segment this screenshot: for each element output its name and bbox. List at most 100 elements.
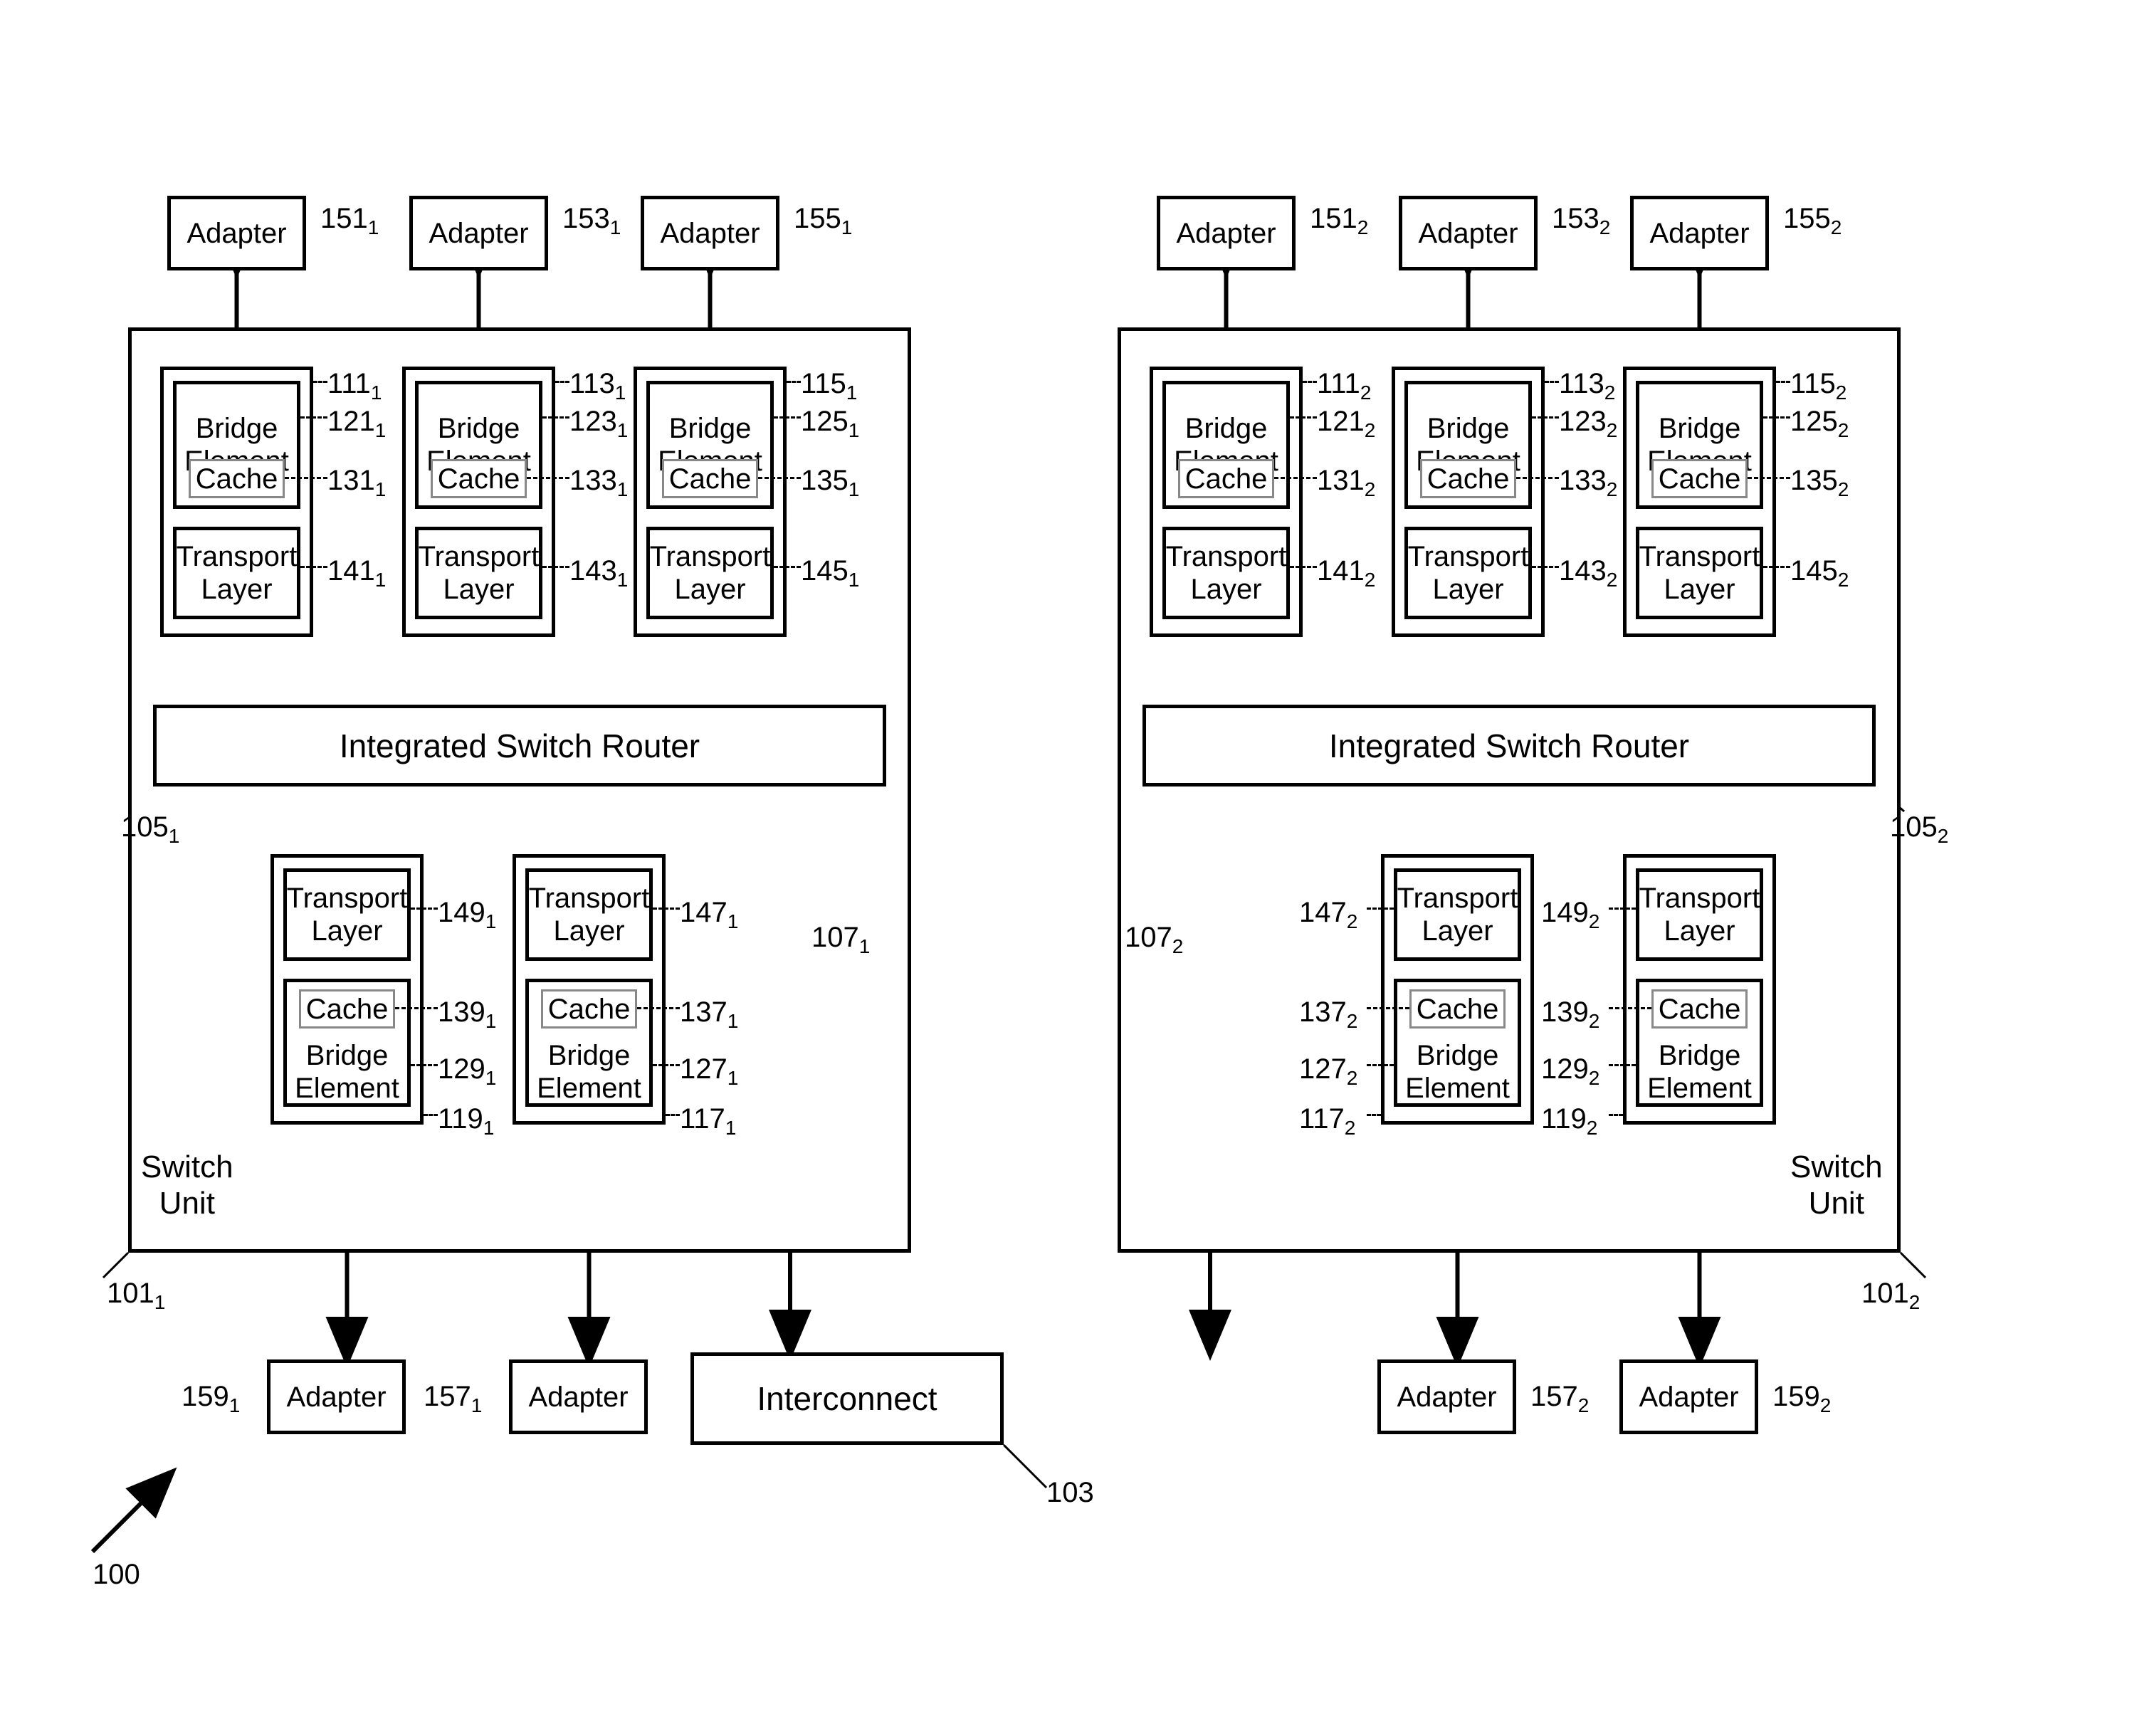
module-ref: 1131 — [569, 368, 626, 404]
leader-line — [300, 566, 327, 568]
transport-layer-box: TransportLayer — [173, 527, 300, 619]
interconnect-box: Interconnect — [690, 1352, 1004, 1445]
leader-line — [1532, 566, 1559, 568]
transport-ref: 1491 — [438, 897, 496, 933]
leader-line — [1609, 908, 1636, 910]
module-ref: 1191 — [438, 1103, 494, 1140]
adapter-box: Adapter — [1377, 1359, 1516, 1434]
bridge-ref: 1232 — [1559, 406, 1617, 442]
leader-line — [411, 908, 438, 910]
isr-box: Integrated Switch Router — [153, 705, 886, 787]
module-ref: 1112 — [1317, 368, 1371, 404]
leader-line — [1545, 381, 1559, 383]
adapter-ref: 1531 — [562, 203, 621, 239]
bridge-element-label: BridgeElement — [1643, 1039, 1756, 1105]
transport-layer-box: TransportLayer — [1636, 527, 1763, 619]
leader-line — [411, 1064, 438, 1066]
interconnect-link-ref: 1072 — [1125, 922, 1183, 958]
leader-line — [653, 1064, 680, 1066]
adapter-box: Adapter — [1619, 1359, 1758, 1434]
figure-ref: 100 — [93, 1559, 140, 1590]
transport-layer-box: TransportLayer — [1162, 527, 1290, 619]
cache-ref: 1372 — [1299, 996, 1357, 1033]
leader-line — [300, 416, 327, 419]
cache-ref: 1371 — [680, 996, 738, 1033]
switch-unit-ref: 1011 — [107, 1278, 165, 1314]
adapter-ref: 1572 — [1530, 1381, 1589, 1417]
leader-line — [1367, 1114, 1381, 1116]
adapter-ref: 1512 — [1310, 203, 1368, 239]
cache-ref: 1392 — [1541, 996, 1599, 1033]
leader-line — [1532, 416, 1559, 419]
adapter-box: Adapter — [509, 1359, 648, 1434]
leader-line — [1290, 416, 1317, 419]
transport-layer-box: TransportLayer — [1404, 527, 1532, 619]
bridge-ref: 1292 — [1541, 1053, 1599, 1090]
leader-line — [1367, 908, 1394, 910]
diagram-canvas: 100Interconnect103Adapter1511Adapter1531… — [0, 0, 2154, 1736]
transport-ref: 1411 — [327, 555, 386, 591]
module-ref: 1151 — [801, 368, 857, 404]
adapter-ref: 1532 — [1552, 203, 1610, 239]
adapter-ref: 1511 — [320, 203, 379, 239]
leader-line — [1763, 566, 1790, 568]
leader-line — [1516, 477, 1559, 479]
transport-ref: 1492 — [1541, 897, 1599, 933]
leader-line — [1303, 381, 1317, 383]
transport-ref: 1432 — [1559, 555, 1617, 591]
cache-ref: 1331 — [569, 465, 628, 501]
bridge-element-label: BridgeElement — [1401, 1039, 1514, 1105]
module-ref: 1132 — [1559, 368, 1615, 404]
cache-ref: 1311 — [327, 465, 386, 501]
transport-layer-box: TransportLayer — [415, 527, 542, 619]
cache-ref: 1391 — [438, 996, 496, 1033]
leader-line — [1609, 1064, 1636, 1066]
cache-ref: 1312 — [1317, 465, 1375, 501]
adapter-box: Adapter — [1157, 196, 1296, 270]
leader-line — [774, 416, 801, 419]
transport-ref: 1452 — [1790, 555, 1849, 591]
leader-line — [542, 416, 569, 419]
adapter-ref: 1551 — [794, 203, 852, 239]
cache-ref: 1352 — [1790, 465, 1849, 501]
leader-line — [653, 908, 680, 910]
bridge-ref: 1272 — [1299, 1053, 1357, 1090]
transport-layer-box: TransportLayer — [646, 527, 774, 619]
cache-ref: 1351 — [801, 465, 859, 501]
cache-box: Cache — [1178, 459, 1274, 498]
leader-line — [666, 1114, 680, 1116]
leader-line — [758, 477, 801, 479]
adapter-box: Adapter — [1630, 196, 1769, 270]
isr-box: Integrated Switch Router — [1142, 705, 1876, 787]
leader-line — [1609, 1114, 1623, 1116]
cache-box: Cache — [662, 459, 758, 498]
transport-ref: 1471 — [680, 897, 738, 933]
leader-line — [774, 566, 801, 568]
leader-line — [313, 381, 327, 383]
transport-layer-box: TransportLayer — [283, 868, 411, 961]
leader-line — [1290, 566, 1317, 568]
bridge-ref: 1271 — [680, 1053, 738, 1090]
module-ref: 1172 — [1299, 1103, 1355, 1140]
adapter-ref: 1552 — [1783, 203, 1842, 239]
adapter-box: Adapter — [409, 196, 548, 270]
leader-line — [542, 566, 569, 568]
transport-layer-box: TransportLayer — [525, 868, 653, 961]
adapter-box: Adapter — [267, 1359, 406, 1434]
cache-box: Cache — [1420, 459, 1516, 498]
switch-unit-label: SwitchUnit — [141, 1150, 233, 1221]
cache-ref: 1332 — [1559, 465, 1617, 501]
adapter-box: Adapter — [167, 196, 306, 270]
transport-layer-box: TransportLayer — [1394, 868, 1521, 961]
leader-line — [1748, 477, 1790, 479]
cache-box: Cache — [299, 989, 395, 1029]
switch-unit-ref: 1012 — [1861, 1278, 1920, 1314]
bridge-ref: 1231 — [569, 406, 628, 442]
isr-ref: 1051 — [121, 811, 179, 848]
bridge-ref: 1212 — [1317, 406, 1375, 442]
cache-box: Cache — [431, 459, 527, 498]
adapter-ref: 1591 — [182, 1381, 240, 1417]
bridge-element-label: BridgeElement — [532, 1039, 646, 1105]
isr-ref: 1052 — [1890, 811, 1948, 848]
module-ref: 1111 — [327, 368, 382, 404]
